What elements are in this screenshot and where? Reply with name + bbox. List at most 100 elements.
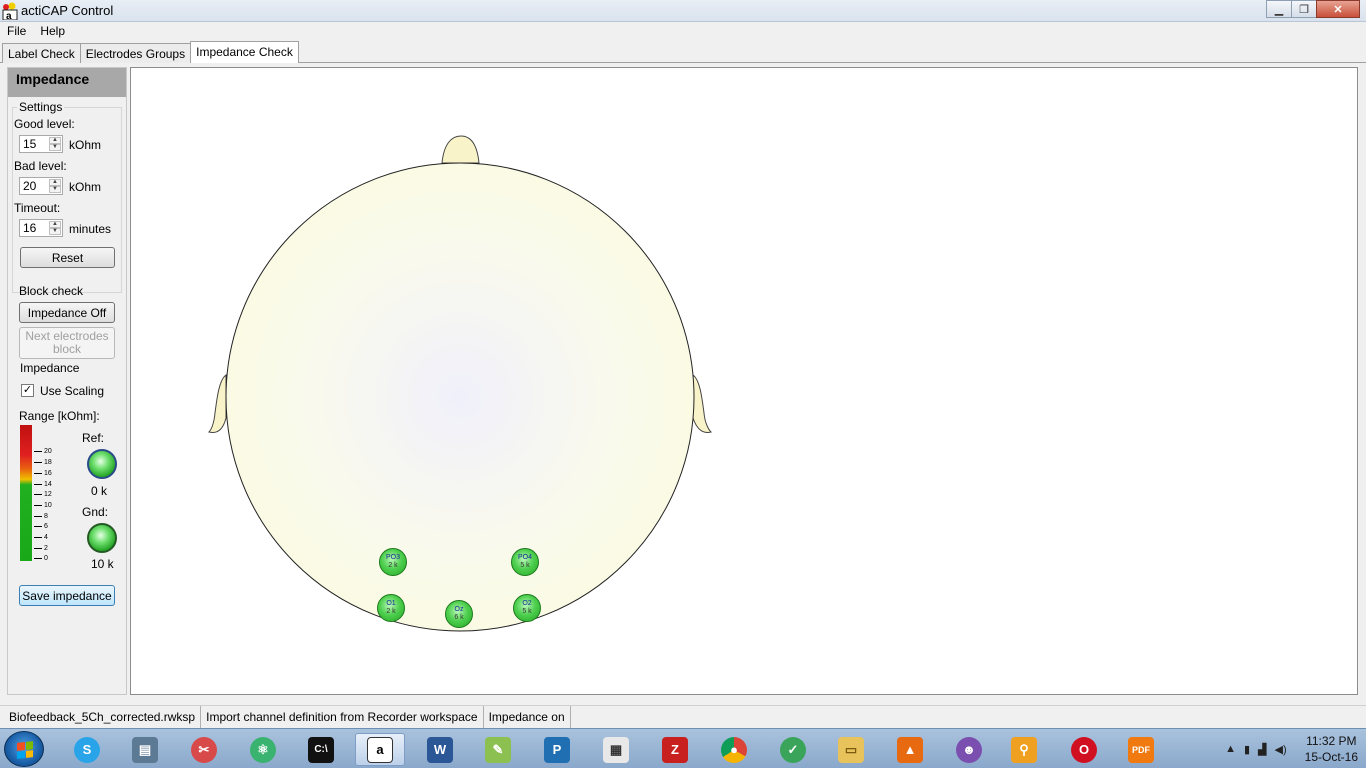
range-tick: 8 (34, 513, 48, 520)
ref-label: Ref: (82, 431, 105, 445)
matlab-icon[interactable]: ▲ (885, 733, 935, 766)
tab-impedance-check[interactable]: Impedance Check (190, 41, 299, 63)
impedance-head-map-canvas: PO3 2 k PO4 5 k O1 2 k Oz 6 k O2 5 k (130, 67, 1358, 695)
head-diagram (208, 135, 712, 632)
close-button[interactable]: ✕ (1316, 0, 1360, 18)
network-icon[interactable]: ▟ (1258, 743, 1266, 756)
range-tick: 18 (34, 459, 52, 466)
electrode-o2[interactable]: O2 5 k (513, 594, 541, 622)
opera-icon[interactable]: O (1059, 733, 1109, 766)
battery-icon[interactable]: ▮ (1244, 743, 1250, 756)
bad-level-up-icon[interactable]: ▲ (49, 179, 61, 186)
status-bar: Biofeedback_5Ch_corrected.rwksp Import c… (0, 705, 1366, 728)
right-ear-shape (692, 374, 712, 433)
ref-value: 0 k (91, 484, 108, 498)
system-tray: ▲ ▮ ▟ ◀) 11:32 PM 15-Oct-16 (1225, 729, 1358, 768)
tab-strip: Label Check Electrodes Groups Impedance … (2, 41, 299, 63)
bad-level-stepper[interactable]: 20 ▲ ▼ (19, 177, 63, 195)
clock[interactable]: 11:32 PM 15-Oct-16 (1305, 733, 1358, 765)
electrode-name: Oz (454, 606, 464, 613)
save-impedance-button[interactable]: Save impedance (19, 585, 115, 606)
settings-group-label: Settings (17, 100, 65, 114)
windows-logo-icon (17, 741, 33, 759)
nose-shape (441, 135, 480, 164)
range-tick: 4 (34, 534, 48, 541)
timeout-unit: minutes (69, 222, 112, 236)
minimize-button[interactable]: ▁ (1266, 0, 1292, 18)
bad-level-down-icon[interactable]: ▼ (49, 186, 61, 193)
menu-help[interactable]: Help (33, 22, 72, 41)
bad-level-unit: kOhm (69, 180, 102, 194)
clock-date: 15-Oct-16 (1304, 750, 1358, 764)
status-workspace-file: Biofeedback_5Ch_corrected.rwksp (4, 706, 202, 728)
timeout-stepper[interactable]: 16 ▲ ▼ (19, 219, 63, 237)
show-hidden-icons-icon[interactable]: ▲ (1225, 743, 1236, 756)
menu-file[interactable]: File (0, 22, 33, 41)
good-level-value: 15 (23, 137, 37, 151)
skype-icon[interactable]: S (62, 733, 112, 766)
impedance-group-label: Impedance (20, 361, 80, 375)
window-title: actiCAP Control (21, 3, 114, 18)
electrode-po4[interactable]: PO4 5 k (511, 548, 539, 576)
use-scaling-label: Use Scaling (40, 384, 105, 398)
impedance-panel: Impedance Settings Good level: 15 ▲ ▼ kOh… (7, 67, 127, 695)
electrode-impedance: 2 k (386, 608, 396, 615)
cmd-icon[interactable]: C:\ (296, 733, 346, 766)
snipping-tool-icon[interactable]: ✂ (179, 733, 229, 766)
good-level-down-icon[interactable]: ▼ (49, 144, 61, 151)
electrode-impedance: 5 k (520, 562, 530, 569)
range-tick: 10 (34, 502, 52, 509)
media-icon[interactable]: ▤ (120, 733, 170, 766)
gnd-value: 10 k (91, 557, 114, 571)
good-level-up-icon[interactable]: ▲ (49, 137, 61, 144)
reset-button[interactable]: Reset (20, 247, 115, 268)
timeout-up-icon[interactable]: ▲ (49, 221, 61, 228)
panel-title: Impedance (8, 68, 126, 97)
timeout-label: Timeout: (14, 201, 61, 215)
electrode-name: O1 (386, 600, 396, 607)
menu-bar: File Help (0, 22, 1366, 41)
search-tool-icon[interactable]: ⚲ (999, 733, 1049, 766)
ref-electrode-indicator (87, 449, 117, 479)
electrode-impedance: 2 k (388, 562, 398, 569)
publisher-icon[interactable]: P (532, 733, 582, 766)
electrode-po3[interactable]: PO3 2 k (379, 548, 407, 576)
electrode-o1[interactable]: O1 2 k (377, 594, 405, 622)
bad-level-value: 20 (23, 179, 37, 193)
head-outline (225, 162, 695, 632)
good-level-unit: kOhm (69, 138, 102, 152)
impedance-off-button[interactable]: Impedance Off (19, 302, 115, 323)
github-icon[interactable]: ☻ (944, 733, 994, 766)
timeout-down-icon[interactable]: ▼ (49, 228, 61, 235)
electrode-name: PO4 (517, 554, 532, 561)
windows-taskbar: S ▤ ✂ ⚛ C:\ a W ✎ P ▦ Z ● ✓ ▭ ▲ ☻ ⚲ O PD… (0, 728, 1366, 768)
notepadpp-icon[interactable]: ✎ (473, 733, 523, 766)
range-tick: 6 (34, 523, 48, 530)
status-impedance-state: Impedance on (484, 706, 571, 728)
tab-label-check[interactable]: Label Check (2, 43, 81, 63)
range-tick: 20 (34, 448, 52, 455)
acticap-app-icon: a (2, 2, 18, 22)
electrode-impedance: 5 k (522, 608, 532, 615)
title-bar: a actiCAP Control ▁ ❐ ✕ (0, 0, 1366, 22)
status-message: Import channel definition from Recorder … (201, 706, 484, 728)
maximize-button[interactable]: ❐ (1291, 0, 1317, 18)
pdf-icon[interactable]: PDF (1116, 733, 1166, 766)
impedance-color-scale (20, 425, 32, 561)
use-scaling-checkbox[interactable]: ✓ (21, 384, 34, 397)
start-button[interactable] (4, 731, 44, 767)
next-electrodes-block-button[interactable]: Next electrodes block (19, 327, 115, 359)
checkmark-app-icon[interactable]: ✓ (768, 733, 818, 766)
volume-icon[interactable]: ◀) (1275, 743, 1287, 756)
electrode-oz[interactable]: Oz 6 k (445, 600, 473, 628)
explorer-icon[interactable]: ▭ (826, 733, 876, 766)
tab-electrodes-groups[interactable]: Electrodes Groups (79, 43, 192, 63)
word-icon[interactable]: W (415, 733, 465, 766)
atom-icon[interactable]: ⚛ (238, 733, 288, 766)
good-level-stepper[interactable]: 15 ▲ ▼ (19, 135, 63, 153)
chrome-icon[interactable]: ● (709, 733, 759, 766)
acticap-icon[interactable]: a (355, 733, 405, 766)
calc-icon[interactable]: ▦ (591, 733, 641, 766)
block-check-label: Block check (19, 284, 84, 298)
filezilla-icon[interactable]: Z (650, 733, 700, 766)
